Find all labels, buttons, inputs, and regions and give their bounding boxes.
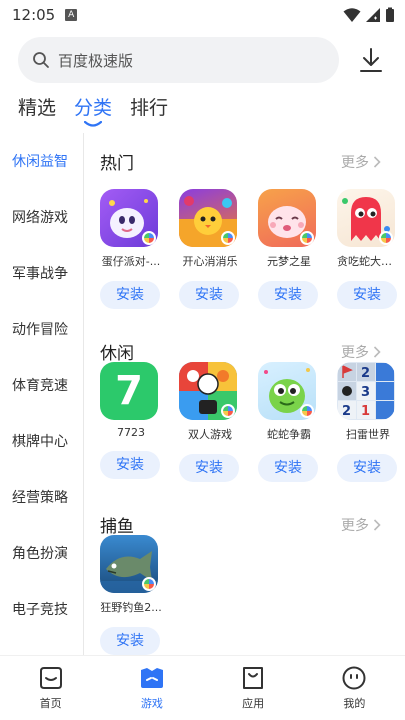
- section-title: 热门: [100, 153, 134, 174]
- status-time: 12:05: [12, 6, 56, 24]
- sidebar-item-online-games[interactable]: 网络游戏: [0, 189, 83, 245]
- search-icon: [33, 52, 49, 68]
- section-casual: 休闲 更多 7 7723 安装 双人游戏 安装 蛇蛇争霸 安装 2 3 2 1 …: [84, 323, 405, 482]
- app-icon-snake: [337, 189, 395, 247]
- app-icon-happy-match: [179, 189, 237, 247]
- tab-underline: [84, 121, 103, 127]
- install-button[interactable]: 安装: [100, 281, 160, 309]
- app-name: 狂野钓鱼2...: [100, 601, 162, 614]
- profile-icon: [342, 666, 366, 690]
- more-link[interactable]: 更多: [341, 515, 381, 535]
- wifi-icon: [343, 8, 361, 22]
- app-name: 扫雷世界: [346, 428, 390, 441]
- more-link[interactable]: 更多: [341, 342, 381, 362]
- sidebar-item-rpg[interactable]: 角色扮演: [0, 525, 83, 581]
- svg-text:1: 1: [361, 404, 370, 419]
- svg-text:2: 2: [342, 404, 351, 419]
- section-title: 休闲: [100, 343, 134, 364]
- sidebar-item-board-cards[interactable]: 棋牌中心: [0, 413, 83, 469]
- app-name: 蛋仔派对-...: [101, 255, 161, 268]
- app-name: 贪吃蛇大作战: [337, 255, 399, 268]
- app-card[interactable]: 开心消消乐 安装: [179, 189, 258, 309]
- sidebar-item-strategy[interactable]: 经营策略: [0, 469, 83, 525]
- badge-icon: [221, 404, 235, 418]
- download-button[interactable]: [356, 44, 386, 76]
- chevron-right-icon: [373, 156, 381, 168]
- sidebar-item-esports[interactable]: 电子竞技: [0, 581, 83, 637]
- status-bar: 12:05 A: [0, 0, 405, 30]
- notification-icon: A: [65, 9, 78, 21]
- sidebar-item-action[interactable]: 动作冒险: [0, 301, 83, 357]
- app-icon-two-player: [179, 362, 237, 420]
- install-button[interactable]: 安装: [179, 281, 239, 309]
- section-hot: 热门 更多 蛋仔派对-... 安装 开心消消乐 安装 元梦之星 安装 贪吃蛇大作…: [84, 133, 405, 309]
- sidebar-item-military[interactable]: 军事战争: [0, 245, 83, 301]
- category-content: 热门 更多 蛋仔派对-... 安装 开心消消乐 安装 元梦之星 安装 贪吃蛇大作…: [84, 133, 405, 655]
- app-card[interactable]: 双人游戏 安装: [179, 362, 258, 482]
- install-button[interactable]: 安装: [100, 627, 160, 655]
- app-icon-minesweeper: 2 3 2 1: [337, 362, 395, 420]
- game-icon: [140, 668, 163, 688]
- sidebar-item-sports[interactable]: 体育竞速: [0, 357, 83, 413]
- app-icon-7723: 7: [100, 362, 158, 420]
- download-icon: [360, 48, 382, 72]
- app-name: 元梦之星: [267, 255, 311, 268]
- app-name: 开心消消乐: [182, 255, 238, 268]
- svg-text:3: 3: [361, 385, 370, 400]
- chevron-right-icon: [373, 346, 381, 358]
- tab-categories[interactable]: 分类: [74, 95, 112, 127]
- badge-icon: [300, 404, 314, 418]
- app-icon-wild-fishing: [100, 535, 158, 593]
- app-bag-icon: [243, 667, 264, 689]
- svg-text:2: 2: [361, 366, 370, 381]
- app-card[interactable]: 2 3 2 1 扫雷世界 安装: [337, 362, 405, 482]
- install-button[interactable]: 安装: [100, 451, 160, 479]
- app-card[interactable]: 狂野钓鱼2... 安装: [100, 535, 179, 655]
- app-icon-dream-star: [258, 189, 316, 247]
- app-name: 7723: [117, 426, 145, 439]
- badge-icon: [300, 231, 314, 245]
- section-fishing: 捕鱼 更多 狂野钓鱼2... 安装: [84, 496, 405, 655]
- bottom-navigation: 首页 游戏 应用 我的: [0, 655, 405, 720]
- install-button[interactable]: 安装: [179, 454, 239, 482]
- sidebar-item-casual-puzzle[interactable]: 休闲益智: [0, 133, 83, 189]
- badge-icon: [142, 231, 156, 245]
- home-icon: [39, 667, 62, 689]
- nav-games[interactable]: 游戏: [112, 665, 192, 711]
- app-card[interactable]: 7 7723 安装: [100, 362, 179, 482]
- battery-icon: [386, 7, 394, 22]
- app-card[interactable]: 蛋仔派对-... 安装: [100, 189, 179, 309]
- app-card[interactable]: 元梦之星 安装: [258, 189, 337, 309]
- nav-home[interactable]: 首页: [11, 665, 91, 711]
- search-input[interactable]: 百度极速版: [18, 37, 339, 83]
- category-sidebar: 休闲益智 网络游戏 军事战争 动作冒险 体育竞速 棋牌中心 经营策略 角色扮演 …: [0, 133, 84, 655]
- install-button[interactable]: 安装: [337, 281, 397, 309]
- status-indicators: [343, 7, 395, 23]
- nav-apps[interactable]: 应用: [213, 665, 293, 711]
- tab-featured[interactable]: 精选: [18, 95, 56, 125]
- app-name: 双人游戏: [188, 428, 232, 441]
- more-link[interactable]: 更多: [341, 152, 381, 172]
- badge-icon: [379, 231, 393, 245]
- badge-icon: [221, 231, 235, 245]
- install-button[interactable]: 安装: [258, 281, 318, 309]
- app-card[interactable]: 贪吃蛇大作战 安装: [337, 189, 405, 309]
- install-button[interactable]: 安装: [258, 454, 318, 482]
- nav-profile[interactable]: 我的: [314, 665, 394, 711]
- top-tabs: 精选 分类 排行: [18, 95, 168, 129]
- search-placeholder: 百度极速版: [58, 51, 134, 70]
- install-button[interactable]: 安装: [337, 454, 397, 482]
- app-card[interactable]: 蛇蛇争霸 安装: [258, 362, 337, 482]
- chevron-right-icon: [373, 519, 381, 531]
- app-name: 蛇蛇争霸: [267, 428, 311, 441]
- signal-icon: [366, 8, 380, 22]
- tab-ranking[interactable]: 排行: [130, 95, 168, 125]
- app-icon-snake-battle: [258, 362, 316, 420]
- section-title: 捕鱼: [100, 516, 134, 537]
- badge-icon: [142, 577, 156, 591]
- app-icon-eggy-party: [100, 189, 158, 247]
